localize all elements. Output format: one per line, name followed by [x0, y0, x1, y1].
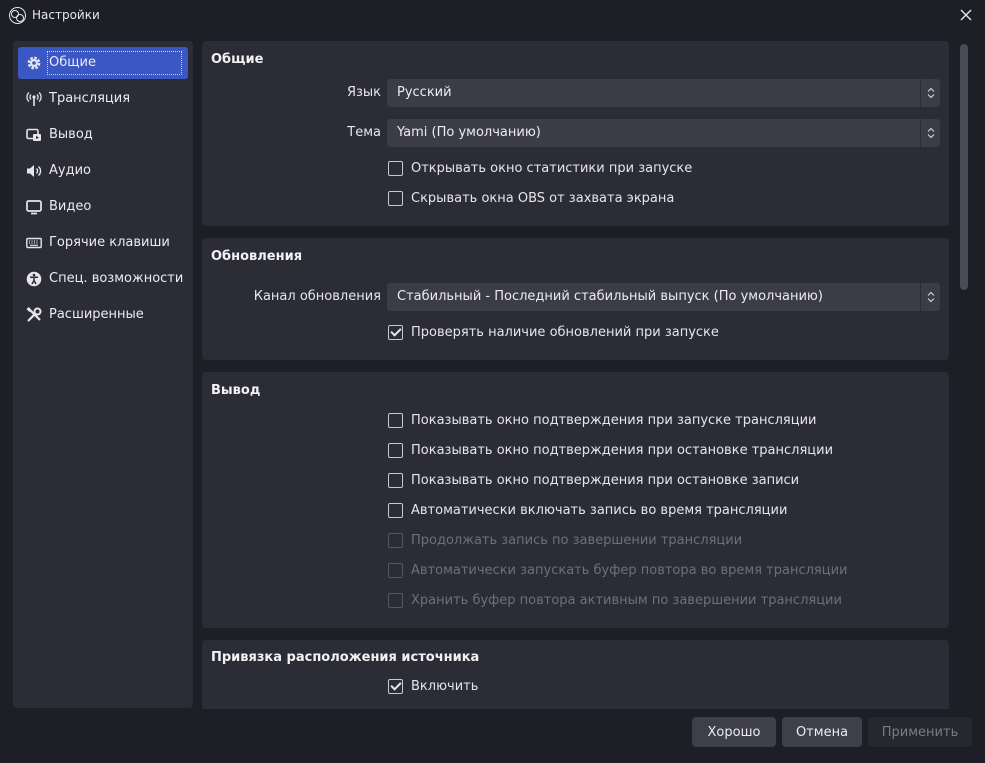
update-channel-select[interactable]: Стабильный - Последний стабильный выпуск…	[387, 283, 940, 311]
keep-replay-buffer-checkbox: Хранить буфер повтора активным по заверш…	[388, 591, 842, 609]
sidebar-item-label: Вывод	[49, 127, 93, 142]
accessibility-icon	[26, 271, 42, 287]
keyboard-icon	[26, 235, 42, 251]
speaker-icon	[26, 163, 42, 179]
section-title: Общие	[211, 52, 264, 67]
snapping-enable-checkbox[interactable]: Включить	[388, 677, 478, 695]
gear-icon	[26, 55, 42, 71]
check-updates-checkbox[interactable]: Проверять наличие обновлений при запуске	[388, 323, 719, 341]
confirm-start-stream-checkbox[interactable]: Показывать окно подтверждения при запуск…	[388, 411, 816, 429]
checkbox-label: Показывать окно подтверждения при остано…	[411, 442, 834, 458]
checkbox-box[interactable]	[388, 160, 403, 176]
checkbox-box	[388, 592, 403, 608]
confirm-stop-record-checkbox[interactable]: Показывать окно подтверждения при остано…	[388, 471, 799, 489]
section-title: Привязка расположения источника	[211, 650, 480, 665]
section-title: Обновления	[211, 249, 303, 264]
sidebar-item-label: Аудио	[49, 163, 91, 178]
section-title: Вывод	[211, 383, 261, 398]
scrollbar-thumb[interactable]	[960, 44, 968, 290]
updown-arrow-icon	[920, 283, 940, 311]
select-value: Русский	[397, 85, 452, 100]
checkbox-box[interactable]	[388, 472, 403, 488]
hide-from-capture-checkbox[interactable]: Скрывать окна OBS от захвата экрана	[388, 189, 674, 207]
settings-content: Общие Язык Русский Тема Yami (По умолчан…	[202, 41, 949, 709]
checkbox-box	[388, 562, 403, 578]
checkbox-box[interactable]	[388, 502, 403, 518]
sidebar-item-label: Горячие клавиши	[49, 235, 170, 250]
checkbox-label: Проверять наличие обновлений при запуске	[411, 324, 719, 340]
checkbox-box	[388, 532, 403, 548]
confirm-stop-stream-checkbox[interactable]: Показывать окно подтверждения при остано…	[388, 441, 833, 459]
output-icon	[26, 127, 42, 143]
close-button[interactable]	[955, 4, 977, 26]
title-bar: Настройки	[0, 0, 985, 32]
sidebar-item-label: Спец. возможности	[49, 271, 184, 286]
checkbox-label: Показывать окно подтверждения при запуск…	[411, 412, 817, 428]
broadcast-icon	[26, 91, 42, 107]
focus-ring	[47, 51, 182, 75]
apply-button[interactable]: Применить	[868, 717, 972, 747]
output-section: Вывод Показывать окно подтверждения при …	[202, 372, 949, 628]
checkbox-label: Продолжать запись по завершении трансляц…	[411, 532, 743, 548]
sidebar-item-stream[interactable]: Трансляция	[18, 83, 188, 115]
select-value: Yami (По умолчанию)	[397, 125, 541, 140]
updown-arrow-icon	[920, 119, 940, 147]
sidebar-item-label: Видео	[49, 199, 92, 214]
checkbox-box[interactable]	[388, 442, 403, 458]
update-channel-label: Канал обновления	[253, 289, 381, 304]
checkbox-box[interactable]	[388, 324, 403, 340]
sidebar-item-advanced[interactable]: Расширенные	[18, 299, 188, 331]
auto-replay-buffer-checkbox: Автоматически запускать буфер повтора во…	[388, 561, 847, 579]
updown-arrow-icon	[920, 79, 940, 107]
select-value: Стабильный - Последний стабильный выпуск…	[397, 289, 823, 304]
snapping-section: Привязка расположения источника Включить	[202, 640, 949, 709]
tools-icon	[26, 307, 42, 323]
checkbox-label: Автоматически запускать буфер повтора во…	[411, 562, 848, 578]
close-icon	[960, 9, 972, 21]
checkbox-label: Хранить буфер повтора активным по заверш…	[411, 592, 842, 608]
checkbox-label: Автоматически включать запись во время т…	[411, 502, 788, 518]
theme-select[interactable]: Yami (По умолчанию)	[387, 119, 940, 147]
checkbox-label: Включить	[411, 678, 479, 694]
sidebar-item-accessibility[interactable]: Спец. возможности	[18, 263, 188, 295]
sidebar-item-label: Трансляция	[49, 91, 131, 106]
sidebar-item-video[interactable]: Видео	[18, 191, 188, 223]
general-section: Общие Язык Русский Тема Yami (По умолчан…	[202, 41, 949, 226]
ok-button[interactable]: Хорошо	[692, 717, 776, 747]
sidebar-item-hotkeys[interactable]: Горячие клавиши	[18, 227, 188, 259]
monitor-icon	[26, 199, 42, 215]
checkbox-box[interactable]	[388, 412, 403, 428]
window-title: Настройки	[32, 8, 100, 22]
keep-recording-checkbox: Продолжать запись по завершении трансляц…	[388, 531, 742, 549]
checkbox-box[interactable]	[388, 678, 403, 694]
language-label: Язык	[346, 85, 381, 100]
stats-on-startup-checkbox[interactable]: Открывать окно статистики при запуске	[388, 159, 692, 177]
sidebar-item-general[interactable]: Общие	[18, 47, 188, 79]
cancel-button[interactable]: Отмена	[782, 717, 862, 747]
sidebar-item-output[interactable]: Вывод	[18, 119, 188, 151]
sidebar-item-audio[interactable]: Аудио	[18, 155, 188, 187]
language-select[interactable]: Русский	[387, 79, 940, 107]
checkbox-label: Открывать окно статистики при запуске	[411, 160, 693, 176]
checkbox-label: Скрывать окна OBS от захвата экрана	[411, 190, 675, 206]
settings-sidebar: Общие Трансляция Вывод Аудио Видео Горяч…	[13, 41, 193, 708]
sidebar-item-label: Расширенные	[49, 307, 144, 322]
checkbox-label: Показывать окно подтверждения при остано…	[411, 472, 800, 488]
auto-record-checkbox[interactable]: Автоматически включать запись во время т…	[388, 501, 787, 519]
obs-logo-icon	[9, 7, 26, 24]
updates-section: Обновления Канал обновления Стабильный -…	[202, 238, 949, 360]
checkbox-box[interactable]	[388, 190, 403, 206]
theme-label: Тема	[347, 125, 381, 140]
